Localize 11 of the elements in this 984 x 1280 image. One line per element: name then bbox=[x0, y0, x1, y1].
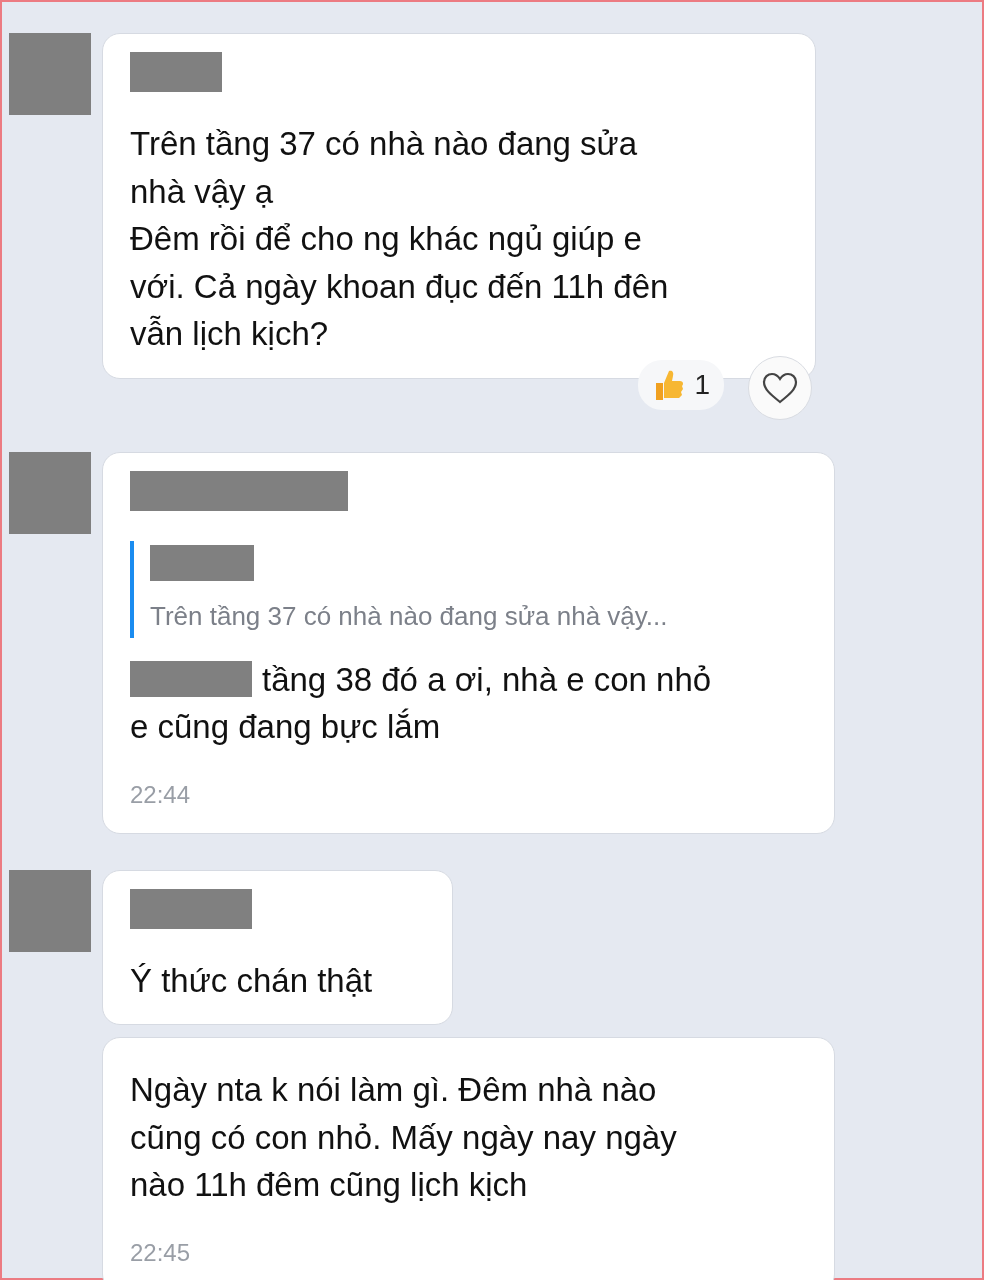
message-text: e cũng đang bực lắm bbox=[130, 707, 442, 747]
message-text: Ý thức chán thật bbox=[130, 960, 374, 1001]
heart-icon bbox=[762, 371, 798, 404]
message-text: Ngày nta k nói làm gì. Đêm nhà nào cũng có con nhỏ. Mấy ngày nay ngày nào 11h đêm cũng lịch kịch bbox=[130, 1070, 678, 1205]
reaction-count: 1 bbox=[694, 367, 710, 402]
message-text: tầng 38 đó a ơi, nhà e con nhỏ bbox=[262, 659, 712, 700]
reaction-pill[interactable]: 1 bbox=[638, 359, 724, 410]
timestamp: 22:45 bbox=[130, 1237, 192, 1268]
message-text: Trên tầng 37 có nhà nào đang sửa nhà vậy ạ Đêm rồi để cho ng khác ngủ giúp e với. Cả ngày khoan đục đến 11h đên vẫn lịch kịch? bbox=[130, 124, 670, 354]
timestamp: 22:44 bbox=[130, 779, 192, 810]
quoted-text: Trên tầng 37 có nhà nào đang sửa nhà vậy... bbox=[150, 599, 669, 633]
